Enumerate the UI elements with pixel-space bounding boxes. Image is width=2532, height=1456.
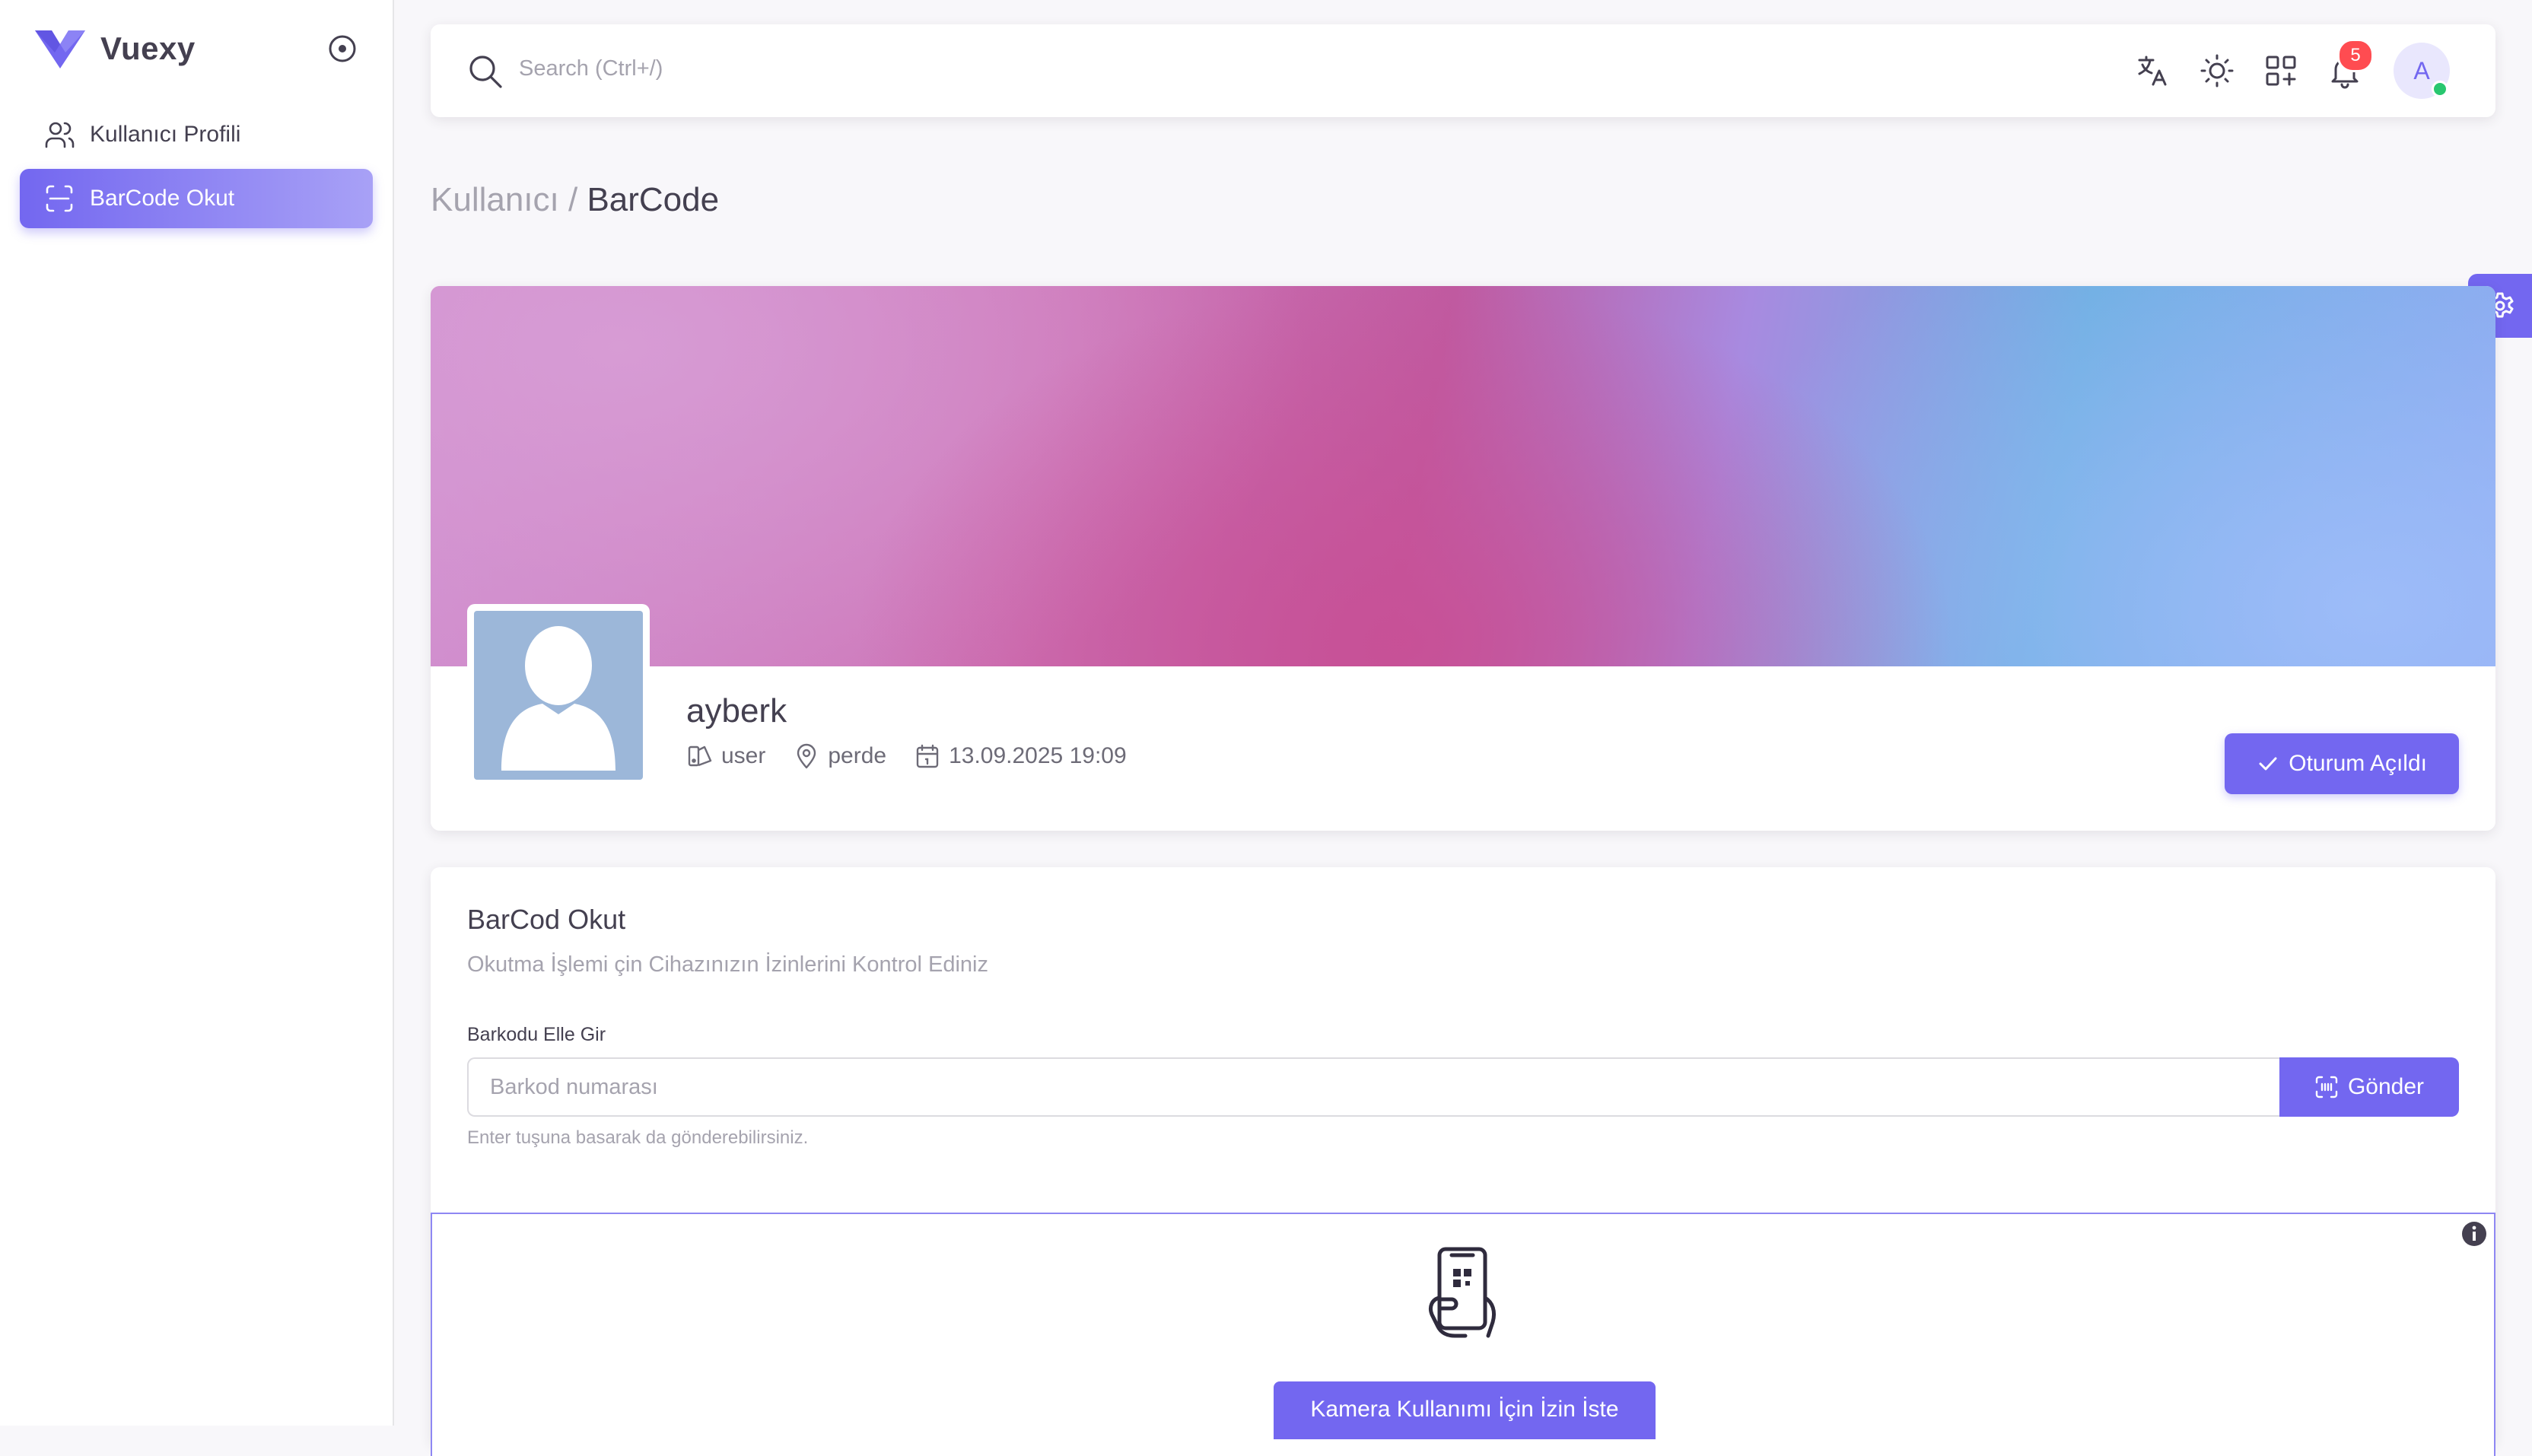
sidebar-item-kullanici-profili[interactable]: Kullanıcı Profili [20,105,373,164]
barcode-input[interactable] [467,1057,2279,1117]
notification-count-badge: 5 [2337,39,2374,72]
breadcrumb: Kullanıcı / BarCode [431,181,719,219]
phone-qr-scan-icon [1428,1247,1497,1338]
brand[interactable]: Vuexy [33,24,196,73]
sidebar-item-label: BarCode Okut [90,186,235,211]
check-icon [2259,757,2277,771]
vuexy-logo-icon [35,30,85,68]
barcode-card: BarCod Okut Okutma İşlemi çin Cihazınızı… [431,867,2495,1456]
translate-icon[interactable] [2135,52,2171,89]
user-avatar[interactable]: A [2394,43,2450,99]
info-icon[interactable] [2460,1220,2488,1248]
notifications[interactable]: 5 [2327,39,2374,89]
profile-card: ayberk user perde 13.09.2025 19:09 Oturu… [431,286,2495,831]
helper-text: Enter tuşuna basarak da gönderebilirsini… [467,1127,809,1148]
profile-banner [431,286,2495,666]
search-icon[interactable] [467,53,504,90]
online-status-dot [2432,81,2448,97]
breadcrumb-current: BarCode [587,181,720,218]
sidebar-nav: Kullanıcı Profili BarCode Okut [20,105,373,233]
brand-name: Vuexy [100,30,196,66]
avatar-initial: A [2413,56,2430,84]
scan-icon [2315,1076,2338,1098]
camera-scanner-area: Kamera Kullanımı İçin İzin İste [431,1213,2495,1456]
session-opened-button[interactable]: Oturum Açıldı [2225,733,2459,794]
breadcrumb-parent[interactable]: Kullanıcı / [431,181,587,218]
request-camera-permission-button[interactable]: Kamera Kullanımı İçin İzin İste [1274,1381,1656,1439]
sidebar-item-label: Kullanıcı Profili [90,122,241,147]
apps-grid-icon[interactable] [2263,52,2299,89]
user-silhouette-icon [501,626,616,771]
sidebar: Vuexy Kullanıcı Profili BarCode Okut [0,0,394,1426]
profile-location: perde [793,742,886,770]
search-input[interactable]: Search (Ctrl+/) [519,56,663,81]
navbar-actions: 5 A [2107,39,2450,99]
top-navbar: Search (Ctrl+/) 5 A [431,24,2495,117]
card-title: BarCod Okut [467,904,626,935]
card-subtitle: Okutma İşlemi çin Cihazınızın İzinlerini… [467,952,988,977]
palette-icon [688,745,712,767]
scan-icon [46,185,73,212]
profile-date: 13.09.2025 19:09 [914,742,1127,770]
profile-avatar [467,604,650,787]
profile-role: user [686,742,765,770]
sidebar-item-barcode-okut[interactable]: BarCode Okut [20,169,373,228]
map-pin-icon [797,743,816,769]
profile-username: ayberk [686,692,787,730]
send-button[interactable]: Gönder [2279,1057,2459,1117]
sun-icon[interactable] [2199,52,2235,89]
profile-meta: user perde 13.09.2025 19:09 [686,742,1154,770]
users-icon [45,122,75,148]
collapse-toggle-icon[interactable] [327,33,358,64]
calendar-icon [916,744,939,768]
barcode-field-label: Barkodu Elle Gir [467,1024,606,1045]
